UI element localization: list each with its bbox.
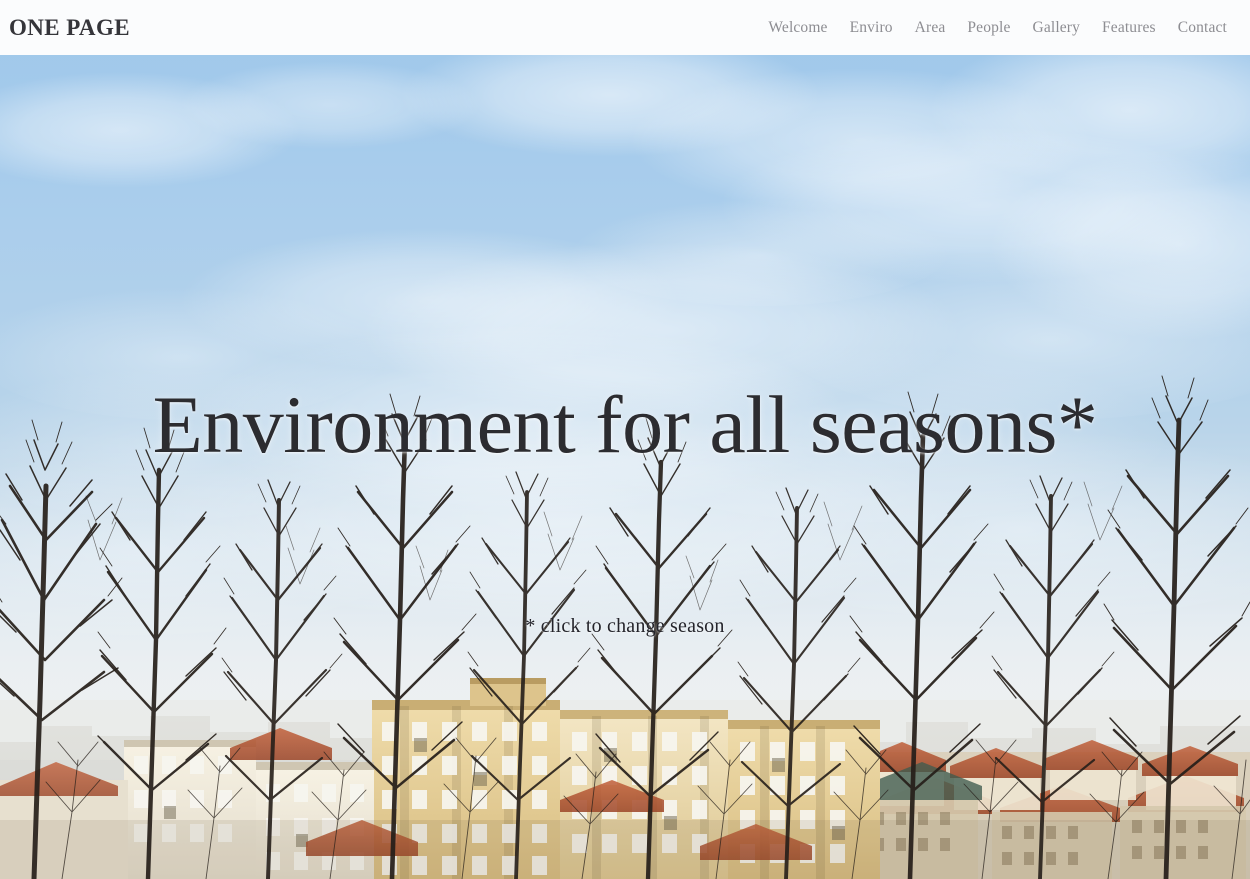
main-navigation: Welcome Enviro Area People Gallery Featu…	[757, 20, 1250, 36]
hero-subtitle-click-to-change-season[interactable]: * click to change season	[0, 615, 1250, 638]
nav-item-features[interactable]: Features	[1091, 20, 1167, 36]
nav-item-welcome[interactable]: Welcome	[757, 20, 838, 36]
nav-item-gallery[interactable]: Gallery	[1021, 20, 1091, 36]
hero-headline[interactable]: Environment for all seasons*	[0, 384, 1250, 466]
site-logo[interactable]: ONE PAGE	[0, 16, 130, 39]
nav-item-area[interactable]: Area	[904, 20, 957, 36]
nav-item-people[interactable]: People	[956, 20, 1021, 36]
page-root: Environment for all seasons* * click to …	[0, 0, 1250, 879]
nav-item-enviro[interactable]: Enviro	[839, 20, 904, 36]
nav-item-contact[interactable]: Contact	[1167, 20, 1238, 36]
site-header: ONE PAGE Welcome Enviro Area People Gall…	[0, 0, 1250, 55]
